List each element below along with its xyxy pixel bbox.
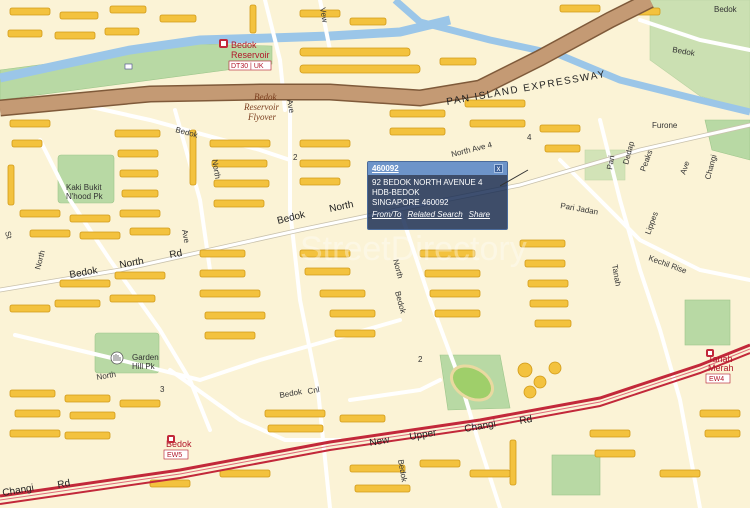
road-label-num-4: 4 (527, 133, 532, 142)
flyover-label-3: Flyover (247, 112, 276, 122)
station-code-bedok: EW5 (167, 452, 182, 459)
flyover-label-1: Bedok (254, 92, 277, 102)
street-map[interactable]: PAN ISLAND EXPRESSWAY Bedok North Rd Bed… (0, 0, 750, 508)
flyover-label-2: Reservoir (243, 102, 279, 112)
station-label-merah: Merah (708, 363, 734, 373)
park-label-kaki-bukit-2: N'hood Pk (66, 192, 104, 201)
popup-links: From/To Related Search Share (368, 208, 507, 221)
bus-stop-icon (124, 63, 133, 70)
road-label-ave-2-num: 2 (293, 153, 298, 162)
popup-city-line: SINGAPORE 460092 (372, 198, 449, 207)
park-label-garden-hill-2: Hill Pk (132, 362, 156, 371)
road-label-num-2: 2 (418, 355, 423, 364)
station-code-bedok-reservoir: DT30 | UK (231, 63, 264, 70)
road-label-bedok-north-3: Rd (169, 248, 184, 261)
from-to-link[interactable]: From/To (372, 210, 402, 219)
park-hand-icon (110, 351, 124, 365)
address-popup: 460092 x 92 BEDOK NORTH AVENUE 4 HDB-BED… (367, 161, 508, 230)
popup-address-line: 92 BEDOK NORTH AVENUE 4 (372, 178, 483, 187)
share-link[interactable]: Share (469, 210, 490, 219)
popup-building: HDB-BEDOK (372, 188, 420, 197)
mrt-station-icon-bedok (167, 435, 175, 443)
road-label-furone: Furone (652, 121, 678, 130)
park-label-garden-hill-1: Garden (132, 353, 159, 362)
station-label-bedok-reservoir: Bedok (231, 40, 257, 50)
popup-header: 460092 x (368, 162, 507, 175)
station-code-tanah: EW4 (709, 376, 724, 383)
popup-body: 92 BEDOK NORTH AVENUE 4 HDB-BEDOK SINGAP… (368, 175, 507, 208)
popup-pointer (500, 169, 529, 187)
mrt-station-icon (219, 39, 228, 48)
road-label-bedok-top: Bedok (714, 5, 738, 14)
station-label-reservoir: Reservoir (231, 50, 270, 60)
road-label-rd: Rd (519, 414, 534, 427)
popup-postal-code[interactable]: 460092 (372, 164, 399, 173)
watermark-text: StreetDirectory (300, 230, 527, 268)
road-label-rd-w: Rd (57, 478, 72, 491)
road-label-num-3: 3 (160, 385, 165, 394)
mrt-station-icon-tanah-merah (706, 349, 714, 357)
related-search-link[interactable]: Related Search (408, 210, 463, 219)
park-label-kaki-bukit-1: Kaki Bukit (66, 183, 102, 192)
